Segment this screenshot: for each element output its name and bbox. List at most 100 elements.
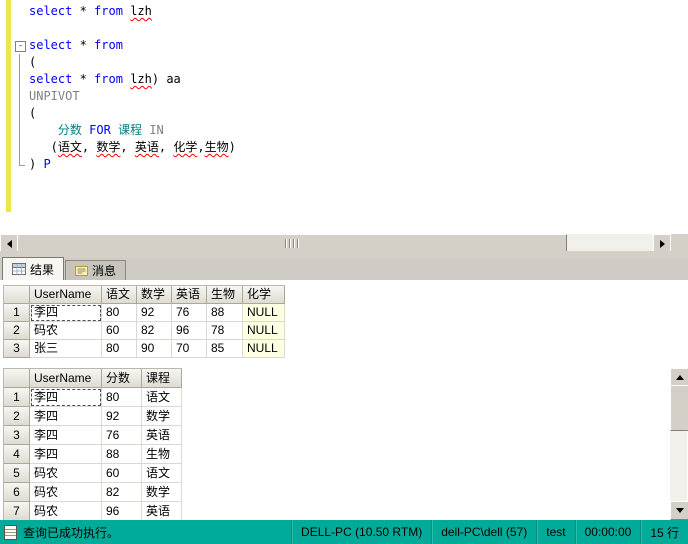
editor-h-scrollbar[interactable] — [0, 234, 688, 251]
grid-row: 5码农60语文 — [4, 464, 182, 483]
grid-row-number[interactable]: 7 — [4, 502, 30, 520]
fold-margin — [12, 3, 29, 20]
grid-corner-cell[interactable] — [4, 286, 30, 304]
grid-cell[interactable]: 李四 — [30, 388, 102, 407]
code-text: select * from lzh — [29, 3, 152, 20]
code-text: select * from — [29, 37, 123, 54]
grid-cell[interactable]: 语文 — [142, 464, 182, 483]
grid-cell[interactable]: 数学 — [142, 407, 182, 426]
status-server: DELL-PC (10.50 RTM) — [291, 520, 431, 544]
grid-v-scrollbar[interactable] — [670, 368, 687, 520]
grid-cell[interactable]: 码农 — [30, 483, 102, 502]
grid-column-header[interactable]: UserName — [30, 286, 102, 304]
grid-column-header[interactable]: 语文 — [102, 286, 137, 304]
grid-cell[interactable]: 李四 — [30, 304, 102, 322]
grid-column-header[interactable]: 分数 — [102, 369, 142, 388]
code-line[interactable]: 分数 FOR 课程 IN — [12, 122, 688, 139]
grid-column-header[interactable]: 化学 — [243, 286, 285, 304]
right-arrow-icon — [660, 240, 669, 248]
grid-cell[interactable]: 60 — [102, 322, 137, 340]
code-text: UNPIVOT — [29, 88, 80, 105]
grid-column-header[interactable]: UserName — [30, 369, 102, 388]
grid-cell[interactable]: 80 — [102, 340, 137, 358]
grid-row-number[interactable]: 5 — [4, 464, 30, 483]
grid-cell[interactable]: 80 — [102, 388, 142, 407]
left-arrow-icon — [3, 240, 12, 248]
grid-cell[interactable]: 数学 — [142, 483, 182, 502]
tab-results[interactable]: 结果 — [2, 257, 64, 280]
grid-cell[interactable]: 76 — [172, 304, 207, 322]
grid-cell[interactable]: 78 — [207, 322, 243, 340]
grid-corner-cell[interactable] — [4, 369, 30, 388]
grid-cell[interactable]: 80 — [102, 304, 137, 322]
code-line[interactable]: -select * from — [12, 37, 688, 54]
grid-cell[interactable]: NULL — [243, 340, 285, 358]
grid-row-number[interactable]: 1 — [4, 304, 30, 322]
pane-splitter[interactable] — [0, 251, 688, 258]
grid-cell[interactable]: 76 — [102, 426, 142, 445]
code-line[interactable]: select * from lzh — [12, 3, 688, 20]
grid-cell[interactable]: 英语 — [142, 426, 182, 445]
grid-cell[interactable]: 生物 — [142, 445, 182, 464]
grid-row-number[interactable]: 1 — [4, 388, 30, 407]
code-line[interactable] — [12, 20, 688, 37]
grid-cell[interactable]: 88 — [207, 304, 243, 322]
grid-cell[interactable]: 李四 — [30, 407, 102, 426]
grid-row-number[interactable]: 3 — [4, 426, 30, 445]
tab-results-label: 结果 — [30, 261, 54, 278]
tab-messages[interactable]: 消息 — [65, 260, 126, 280]
grid-cell[interactable]: 92 — [137, 304, 172, 322]
grid-row-number[interactable]: 2 — [4, 407, 30, 426]
grid-cell[interactable]: 张三 — [30, 340, 102, 358]
fold-margin — [12, 122, 29, 139]
grid-cell[interactable]: 96 — [172, 322, 207, 340]
status-user: dell-PC\dell (57) — [431, 520, 536, 544]
fold-margin — [12, 156, 29, 173]
grid-cell[interactable]: 李四 — [30, 426, 102, 445]
grid-cell[interactable]: 码农 — [30, 502, 102, 520]
code-line[interactable]: UNPIVOT — [12, 88, 688, 105]
grid-cell[interactable]: 码农 — [30, 464, 102, 483]
code-text: ( — [29, 105, 36, 122]
track-changes-bar — [6, 0, 11, 212]
sql-editor[interactable]: select * from lzh-select * from(select *… — [0, 0, 688, 234]
grid-row: 6码农82数学 — [4, 483, 182, 502]
scroll-down-button[interactable] — [670, 501, 688, 520]
grid-row-number[interactable]: 4 — [4, 445, 30, 464]
grid-cell[interactable]: 李四 — [30, 445, 102, 464]
code-line[interactable]: (语文, 数学, 英语, 化学,生物) — [12, 139, 688, 156]
grid-column-header[interactable]: 数学 — [137, 286, 172, 304]
grid-cell[interactable]: 60 — [102, 464, 142, 483]
grid-cell[interactable]: 85 — [207, 340, 243, 358]
grid-cell[interactable]: NULL — [243, 322, 285, 340]
grid-cell[interactable]: 92 — [102, 407, 142, 426]
grid-row-number[interactable]: 2 — [4, 322, 30, 340]
grid-cell[interactable]: 码农 — [30, 322, 102, 340]
grid-column-header[interactable]: 课程 — [142, 369, 182, 388]
grid-cell[interactable]: NULL — [243, 304, 285, 322]
collapse-minus-icon[interactable]: - — [15, 41, 26, 52]
grid-cell[interactable]: 96 — [102, 502, 142, 520]
grid-row-number[interactable]: 3 — [4, 340, 30, 358]
code-line[interactable]: ) P — [12, 156, 688, 173]
grid-cell[interactable]: 82 — [102, 483, 142, 502]
v-scrollbar-thumb[interactable] — [670, 385, 688, 431]
grid-column-header[interactable]: 生物 — [207, 286, 243, 304]
fold-collapse-toggle[interactable]: - — [12, 37, 29, 54]
code-text: select * from lzh) aa — [29, 71, 181, 88]
status-database: test — [536, 520, 574, 544]
grid-row-number[interactable]: 6 — [4, 483, 30, 502]
query-status-icon — [4, 525, 17, 540]
thumb-grip-icon — [285, 239, 299, 248]
grid-cell[interactable]: 90 — [137, 340, 172, 358]
code-line[interactable]: select * from lzh) aa — [12, 71, 688, 88]
grid-cell[interactable]: 88 — [102, 445, 142, 464]
code-line[interactable]: ( — [12, 54, 688, 71]
grid-cell[interactable]: 英语 — [142, 502, 182, 520]
grid-cell[interactable]: 82 — [137, 322, 172, 340]
code-area[interactable]: select * from lzh-select * from(select *… — [12, 3, 688, 173]
code-line[interactable]: ( — [12, 105, 688, 122]
grid-column-header[interactable]: 英语 — [172, 286, 207, 304]
grid-cell[interactable]: 70 — [172, 340, 207, 358]
grid-cell[interactable]: 语文 — [142, 388, 182, 407]
